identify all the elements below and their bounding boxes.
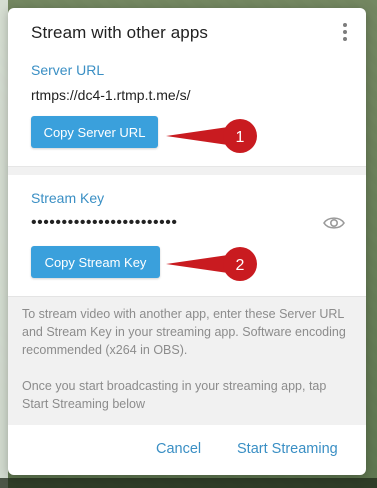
annotation-marker-2: 2 <box>166 247 257 281</box>
stream-key-label: Stream Key <box>31 190 105 206</box>
copy-server-url-button[interactable]: Copy Server URL <box>31 116 158 148</box>
cancel-button[interactable]: Cancel <box>156 441 201 457</box>
info-section: To stream video with another app, enter … <box>8 296 366 425</box>
annotation-marker-1: 1 <box>166 119 257 153</box>
info-paragraph-1: To stream video with another app, enter … <box>22 307 346 357</box>
background-left-strip <box>0 0 8 488</box>
copy-stream-key-button[interactable]: Copy Stream Key <box>31 246 160 278</box>
background-bottom-strip <box>0 478 377 488</box>
annotation-number-2: 2 <box>236 257 245 274</box>
stream-key-value: •••••••••••••••••••••••• <box>31 214 178 231</box>
eye-icon[interactable] <box>323 214 345 232</box>
server-url-value: rtmps://dc4-1.rtmp.t.me/s/ <box>31 87 191 103</box>
stream-dialog: Stream with other apps Server URL rtmps:… <box>8 8 366 475</box>
section-divider <box>8 166 366 175</box>
server-url-label: Server URL <box>31 62 105 78</box>
more-options-icon[interactable] <box>334 20 356 44</box>
dialog-title: Stream with other apps <box>31 23 209 42</box>
annotation-number-1: 1 <box>236 129 245 146</box>
start-streaming-button[interactable]: Start Streaming <box>237 441 338 457</box>
info-paragraph-2: Once you start broadcasting in your stre… <box>22 379 327 411</box>
